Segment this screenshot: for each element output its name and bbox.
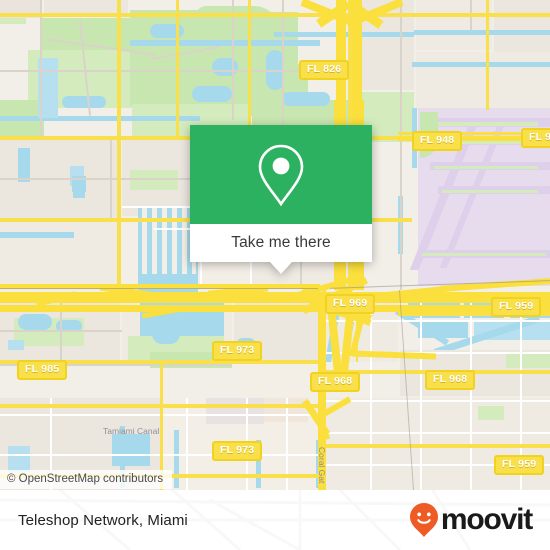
osm-attribution[interactable]: © OpenStreetMap contributors bbox=[0, 470, 173, 489]
footer-bar: Teleshop Network, Miami moovit bbox=[0, 490, 550, 550]
moovit-brand[interactable]: moovit bbox=[409, 502, 533, 538]
street-label-vertical: Coral Gat bbox=[317, 447, 327, 484]
place-title: Teleshop Network, Miami bbox=[18, 511, 188, 529]
shield-fl-948-a: FL 948 bbox=[412, 131, 463, 151]
map-pin-icon bbox=[258, 144, 304, 206]
moovit-smiley-pin-icon bbox=[409, 503, 438, 537]
shield-fl-948-b: FL 948 bbox=[521, 128, 550, 148]
shield-fl-968-a: FL 968 bbox=[310, 372, 361, 392]
take-me-there-label: Take me there bbox=[231, 234, 331, 251]
shield-fl-973-b: FL 973 bbox=[212, 441, 263, 461]
callout-action-bar[interactable]: Take me there bbox=[190, 224, 372, 274]
callout-pointer bbox=[270, 262, 292, 274]
moovit-map-screenshot: Tamiami Canal Coral Gat FL 826 FL 948 FL 94… bbox=[0, 0, 550, 550]
shield-fl-969: FL 969 bbox=[325, 294, 376, 314]
shield-fl-968-b: FL 968 bbox=[425, 370, 476, 390]
callout-header bbox=[190, 125, 372, 224]
shield-fl-959-b: FL 959 bbox=[494, 455, 545, 475]
moovit-wordmark: moovit bbox=[440, 503, 533, 536]
tamiami-canal-label: Tamiami Canal bbox=[103, 426, 160, 436]
shield-fl-985: FL 985 bbox=[17, 360, 68, 380]
map-canvas[interactable]: Tamiami Canal Coral Gat FL 826 FL 948 FL 94… bbox=[0, 0, 550, 490]
location-callout[interactable]: Take me there bbox=[190, 125, 372, 274]
shield-fl-959-a: FL 959 bbox=[491, 297, 542, 317]
shield-fl-826: FL 826 bbox=[299, 60, 350, 80]
shield-fl-973-a: FL 973 bbox=[212, 341, 263, 361]
